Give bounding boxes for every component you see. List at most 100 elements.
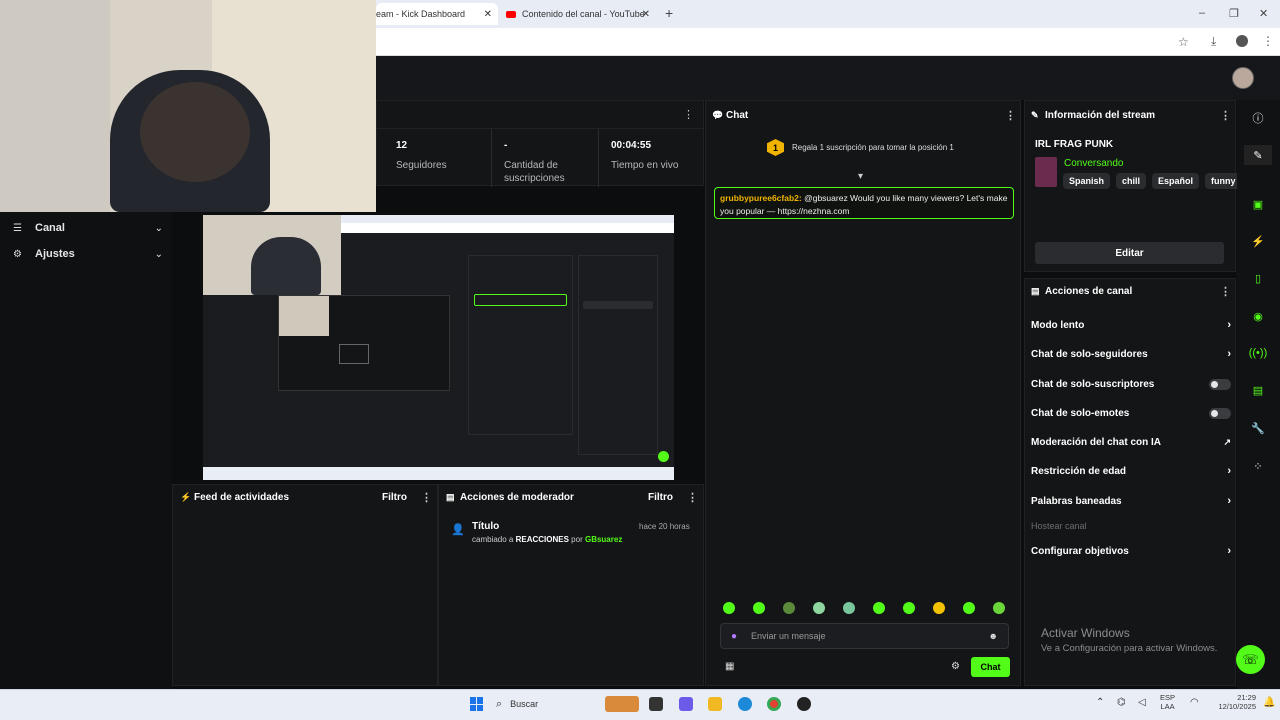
more-icon[interactable]: ⋮ xyxy=(687,491,698,504)
copilot-icon[interactable] xyxy=(679,697,693,711)
widget-icon[interactable] xyxy=(605,696,639,712)
dashboard-top-nav xyxy=(376,56,1280,100)
clock-date: 12/10/2025 xyxy=(1218,702,1256,711)
panel-title: Acciones de moderador xyxy=(460,492,574,503)
language-indicator[interactable]: ESP LAA xyxy=(1160,693,1175,711)
taskbar-search[interactable]: ⌕ Buscar xyxy=(496,695,596,713)
preview-person xyxy=(251,237,321,295)
download-icon[interactable]: ⤓ xyxy=(1211,34,1216,49)
chat-panel: 💬 Chat ⋮ 1 Regala 1 suscripción para tom… xyxy=(705,100,1021,686)
desc-user-link[interactable]: GBsuarez xyxy=(585,535,622,544)
notification-icon[interactable]: 🔔 xyxy=(1263,697,1275,708)
edit-button[interactable]: Editar xyxy=(1035,242,1224,264)
folder-icon[interactable] xyxy=(708,697,722,711)
chat-settings-icon[interactable]: ⚙ xyxy=(951,661,960,672)
wrench-icon[interactable]: 🔧 xyxy=(1244,418,1272,438)
action-subs-only[interactable]: Chat de solo-suscriptores xyxy=(1031,375,1231,393)
star-icon[interactable]: ☆ xyxy=(1178,35,1189,49)
mic-icon[interactable]: ● xyxy=(731,631,751,642)
action-slow-mode[interactable]: Modo lento › xyxy=(1031,316,1231,334)
tab-kick-dashboard[interactable]: eam - Kick Dashboard ✕ xyxy=(376,3,498,25)
tag-chip[interactable]: Spanish xyxy=(1063,173,1111,189)
action-label: Hostear canal xyxy=(1031,521,1087,531)
desc-text: por xyxy=(571,535,583,544)
emote-icon[interactable] xyxy=(873,602,885,614)
action-age-restriction[interactable]: Restricción de edad › xyxy=(1031,462,1231,480)
broadcast-icon[interactable]: ((•)) xyxy=(1244,343,1272,363)
action-emotes-only[interactable]: Chat de solo-emotes xyxy=(1031,404,1231,422)
send-chat-button[interactable]: Chat xyxy=(971,657,1010,677)
emote-icon[interactable] xyxy=(843,602,855,614)
help-button[interactable]: ☏ xyxy=(1236,645,1265,674)
emote-icon[interactable] xyxy=(723,602,735,614)
taskview-icon[interactable] xyxy=(649,697,663,711)
bolt-icon[interactable]: ⚡ xyxy=(1244,231,1272,251)
network-icon[interactable]: ⌬ xyxy=(1117,697,1126,708)
chrome-icon[interactable] xyxy=(767,697,781,711)
chevron-up-icon[interactable]: ⌃ xyxy=(1096,697,1104,708)
user-avatar[interactable] xyxy=(1232,67,1254,89)
chat-username[interactable]: grubbypuree6cfab2: xyxy=(720,193,802,203)
close-icon[interactable]: ✕ xyxy=(484,9,492,20)
emoji-icon[interactable]: ☻ xyxy=(989,631,998,641)
emote-icon[interactable] xyxy=(813,602,825,614)
action-ai-moderation[interactable]: Moderación del chat con IA ↗ xyxy=(1031,433,1231,451)
emote-icon[interactable] xyxy=(963,602,975,614)
tag-chip[interactable]: chill xyxy=(1116,173,1147,189)
chat-input[interactable]: ● Enviar un mensaje ☻ xyxy=(720,623,1009,649)
chat-icon[interactable]: ◉ xyxy=(1244,306,1272,326)
emotes-only-toggle[interactable] xyxy=(1209,407,1231,419)
clock[interactable]: 21:29 12/10/2025 xyxy=(1218,693,1256,711)
subs-only-toggle[interactable] xyxy=(1209,378,1231,390)
more-icon[interactable]: ⋮ xyxy=(1220,285,1231,298)
apps-icon[interactable]: ⁘ xyxy=(1244,456,1272,476)
scan-icon[interactable]: ▣ xyxy=(1244,194,1272,214)
lang-code: ESP xyxy=(1160,693,1176,702)
close-icon[interactable]: ✕ xyxy=(642,9,650,20)
windows-start-icon[interactable] xyxy=(470,697,484,711)
nav-item-ajustes[interactable]: ⚙ Ajustes ⌄ xyxy=(13,246,163,262)
stream-category[interactable]: Conversando xyxy=(1064,158,1123,169)
store-icon[interactable]: ▦ xyxy=(725,661,734,672)
nav-item-canal[interactable]: ☰ Canal ⌄ xyxy=(13,220,163,236)
layout-icon[interactable]: ▤ xyxy=(1244,380,1272,400)
more-icon[interactable]: ⋮ xyxy=(683,108,694,121)
more-icon[interactable]: ⋮ xyxy=(421,491,432,504)
emote-icon[interactable] xyxy=(933,602,945,614)
stream-panel-header: ⋮ xyxy=(376,100,704,128)
maximize-button[interactable]: ❐ xyxy=(1229,7,1239,20)
emote-icon[interactable] xyxy=(903,602,915,614)
emote-icon[interactable] xyxy=(993,602,1005,614)
emote-icon[interactable] xyxy=(783,602,795,614)
edge-icon[interactable] xyxy=(738,697,752,711)
more-icon[interactable]: ⋮ xyxy=(1005,109,1016,122)
tag-chip[interactable]: Español xyxy=(1152,173,1200,189)
wifi-icon[interactable]: ◠ xyxy=(1190,697,1199,708)
action-followers-only[interactable]: Chat de solo-seguidores › xyxy=(1031,345,1231,363)
collapse-icon[interactable]: ▾ xyxy=(858,171,863,182)
obs-icon[interactable] xyxy=(797,697,811,711)
more-icon[interactable]: ⋮ xyxy=(1220,109,1231,122)
action-goals[interactable]: Configurar objetivos › xyxy=(1031,542,1231,560)
filter-button[interactable]: Filtro xyxy=(648,492,673,503)
new-tab-button[interactable]: + xyxy=(665,5,673,21)
stat-value: 00:04:55 xyxy=(611,140,652,151)
action-banned-words[interactable]: Palabras baneadas › xyxy=(1031,492,1231,510)
channel-actions-header: ▤ Acciones de canal ⋮ xyxy=(1031,285,1231,298)
profile-avatar[interactable] xyxy=(1236,35,1248,47)
menu-icon[interactable]: ⋮ xyxy=(1262,34,1274,48)
filter-button[interactable]: Filtro xyxy=(382,492,407,503)
edit-icon[interactable]: ✎ xyxy=(1244,145,1272,165)
pinned-gift[interactable]: 1 Regala 1 suscripción para tomar la pos… xyxy=(767,139,954,156)
close-window-button[interactable]: ✕ xyxy=(1259,7,1268,20)
tab-youtube[interactable]: Contenido del canal - YouTube ✕ xyxy=(506,3,656,25)
action-label: Configurar objetivos xyxy=(1031,545,1129,557)
info-icon[interactable]: ⓘ xyxy=(1244,108,1272,128)
document-icon[interactable]: ▯ xyxy=(1244,268,1272,288)
person-head xyxy=(140,82,250,182)
minimize-button[interactable]: – xyxy=(1199,7,1205,19)
emote-icon[interactable] xyxy=(753,602,765,614)
volume-icon[interactable]: ◁ xyxy=(1138,697,1146,708)
preview-nested-cam xyxy=(279,296,329,336)
chat-header: 💬 Chat ⋮ xyxy=(712,109,1016,122)
